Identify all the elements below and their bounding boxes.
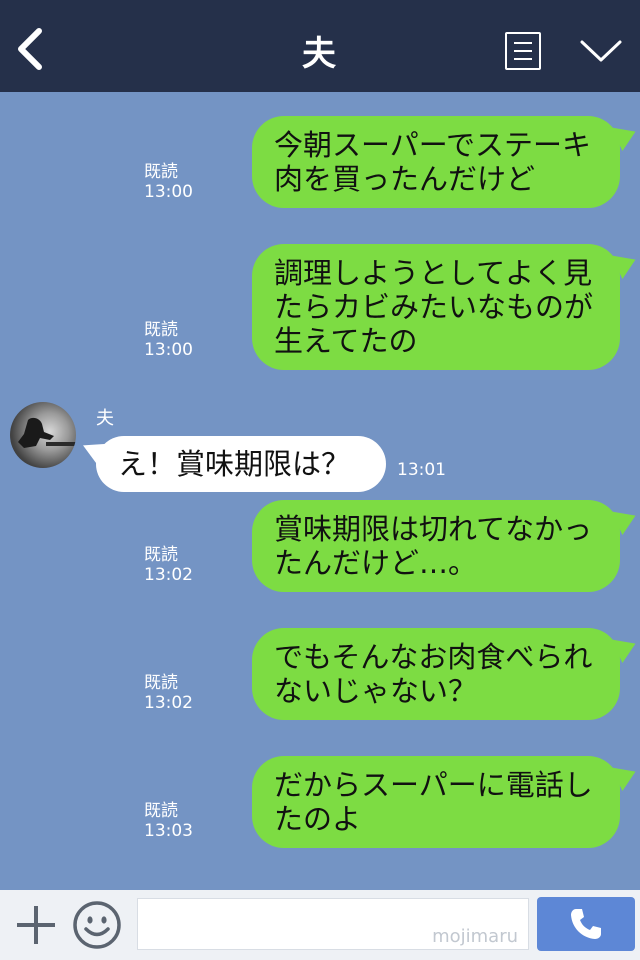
bubble-tail (77, 434, 109, 466)
message-outgoing: 賞味期限は切れてなかったんだけど…。 (252, 500, 640, 592)
bubble-tail (611, 630, 640, 664)
read-receipt: 既読 (144, 545, 178, 565)
menu-list-icon-line (514, 58, 532, 60)
chevron-down-icon (580, 40, 622, 62)
smiley-icon (73, 901, 121, 949)
chat-area[interactable]: 今朝スーパーでステーキ肉を買ったんだけど 既読 13:00 調理しようとしてよく… (0, 92, 640, 890)
message-text: だからスーパーに電話したのよ (274, 768, 593, 836)
emoji-button[interactable] (72, 900, 122, 950)
message-meta: 既読 13:00 (144, 162, 204, 202)
message-input[interactable]: mojimaru (137, 898, 529, 950)
watermark: mojimaru (432, 926, 518, 947)
menu-list-icon-line (514, 42, 532, 44)
avatar-image (18, 417, 76, 448)
message-bubble[interactable]: 調理しようとしてよく見たらカビみたいなものが生えてたの (252, 244, 640, 370)
message-time: 13:02 (144, 693, 193, 713)
read-receipt: 既読 (144, 320, 178, 340)
message-bubble[interactable]: 賞味期限は切れてなかったんだけど…。 (252, 500, 640, 592)
message-time: 13:00 (144, 182, 193, 202)
bubble-tail (611, 246, 640, 280)
read-receipt: 既読 (144, 801, 178, 821)
message-time: 13:02 (144, 565, 193, 585)
message-meta: 既読 13:02 (144, 545, 204, 585)
plus-icon (17, 906, 55, 944)
message-text: 今朝スーパーでステーキ肉を買ったんだけど (274, 128, 591, 196)
sender-name: 夫 (96, 408, 114, 429)
chat-header: 夫 (0, 0, 640, 92)
menu-list-icon-line (514, 50, 532, 52)
message-text: 調理しようとしてよく見たらカビみたいなものが生えてたの (274, 256, 594, 358)
menu-button[interactable] (505, 32, 541, 70)
message-outgoing: 今朝スーパーでステーキ肉を買ったんだけど (252, 116, 640, 208)
input-bar: mojimaru (0, 890, 640, 960)
message-outgoing: でもそんなお肉食べられないじゃない？ (252, 628, 640, 720)
message-time: 13:03 (144, 821, 193, 841)
message-meta: 既読 13:02 (144, 673, 204, 713)
bubble-tail (611, 758, 640, 792)
call-button[interactable] (537, 897, 635, 951)
avatar[interactable] (10, 402, 76, 468)
bubble-tail (611, 118, 640, 152)
add-button[interactable] (14, 903, 58, 947)
read-receipt: 既読 (144, 162, 178, 182)
message-outgoing: だからスーパーに電話したのよ (252, 756, 640, 848)
message-text: え！賞味期限は？ (118, 447, 351, 481)
bubble-tail (611, 502, 640, 536)
message-bubble[interactable]: でもそんなお肉食べられないじゃない？ (252, 628, 640, 720)
chat-title: 夫 (302, 34, 338, 74)
read-receipt: 既読 (144, 673, 178, 693)
message-bubble[interactable]: 今朝スーパーでステーキ肉を買ったんだけど (252, 116, 640, 208)
message-time: 13:00 (144, 340, 193, 360)
message-text: でもそんなお肉食べられないじゃない？ (274, 640, 593, 708)
message-meta: 既読 13:03 (144, 801, 204, 841)
message-meta: 既読 13:00 (144, 320, 204, 360)
message-outgoing: 調理しようとしてよく見たらカビみたいなものが生えてたの (252, 244, 640, 370)
phone-icon (571, 909, 601, 939)
expand-button[interactable] (578, 30, 624, 70)
message-bubble-incoming[interactable]: え！賞味期限は？ (77, 434, 386, 492)
message-time: 13:01 (397, 460, 446, 480)
message-text: 賞味期限は切れてなかったんだけど…。 (274, 512, 593, 580)
message-bubble[interactable]: だからスーパーに電話したのよ (252, 756, 640, 848)
